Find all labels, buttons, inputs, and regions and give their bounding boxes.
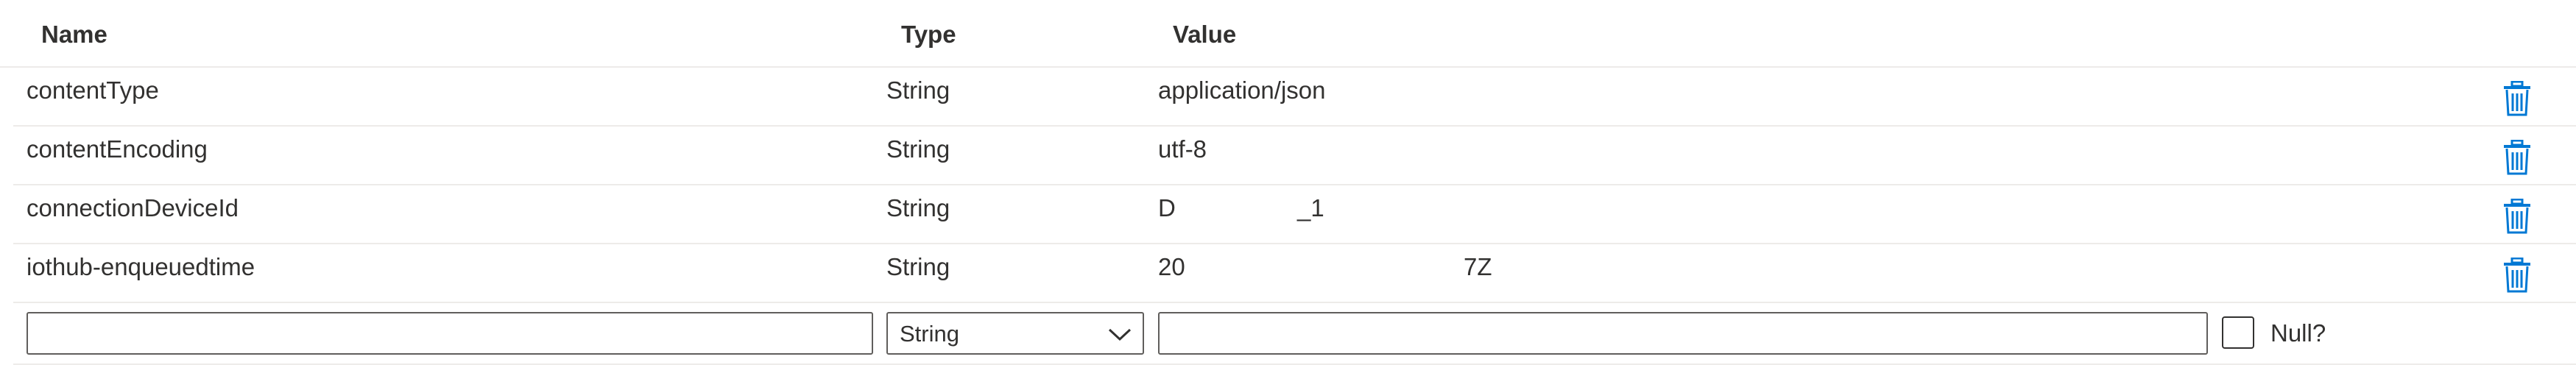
table-row: iothub-enqueuedtime String 20 7Z	[13, 244, 2576, 303]
new-property-value-input[interactable]	[1158, 312, 2208, 355]
table-header: Name Type Value	[0, 16, 2576, 68]
delete-property-button[interactable]	[2502, 198, 2532, 234]
delete-property-button[interactable]	[2502, 80, 2532, 116]
type-select-value: String	[900, 321, 959, 347]
column-header-type: Type	[901, 21, 956, 48]
property-value: application/json	[1158, 77, 1326, 104]
new-property-name-input[interactable]	[27, 312, 873, 355]
property-type: String	[886, 194, 950, 221]
trash-icon	[2504, 257, 2530, 293]
property-value-end: 7Z	[1464, 253, 1492, 280]
trash-icon	[2504, 139, 2530, 175]
new-property-type-select[interactable]: String	[886, 312, 1144, 355]
column-header-value: Value	[1173, 21, 1237, 48]
property-value-start: 20	[1158, 253, 1185, 280]
table-row: contentEncoding String utf-8	[13, 127, 2576, 185]
trash-icon	[2504, 198, 2530, 234]
property-value-end: _1	[1297, 194, 1324, 221]
property-type: String	[886, 253, 950, 280]
clipped-description-text	[0, 0, 2576, 6]
property-type: String	[886, 135, 950, 163]
table-row: connectionDeviceId String D _1	[13, 185, 2576, 244]
delete-property-button[interactable]	[2502, 139, 2532, 175]
property-type: String	[886, 77, 950, 104]
property-name: contentType	[27, 77, 159, 104]
chevron-down-icon	[1108, 328, 1132, 341]
add-property-row: String Null?	[13, 305, 2576, 365]
trash-icon	[2504, 80, 2530, 116]
table-row: contentType String application/json	[13, 68, 2576, 127]
column-header-name: Name	[41, 21, 107, 48]
property-name: contentEncoding	[27, 135, 208, 163]
delete-property-button[interactable]	[2502, 257, 2532, 293]
property-value: utf-8	[1158, 135, 1207, 163]
property-name: iothub-enqueuedtime	[27, 253, 255, 280]
property-value-start: D	[1158, 194, 1176, 221]
null-checkbox[interactable]	[2222, 316, 2254, 349]
property-name: connectionDeviceId	[27, 194, 239, 221]
null-checkbox-label: Null?	[2270, 319, 2326, 347]
